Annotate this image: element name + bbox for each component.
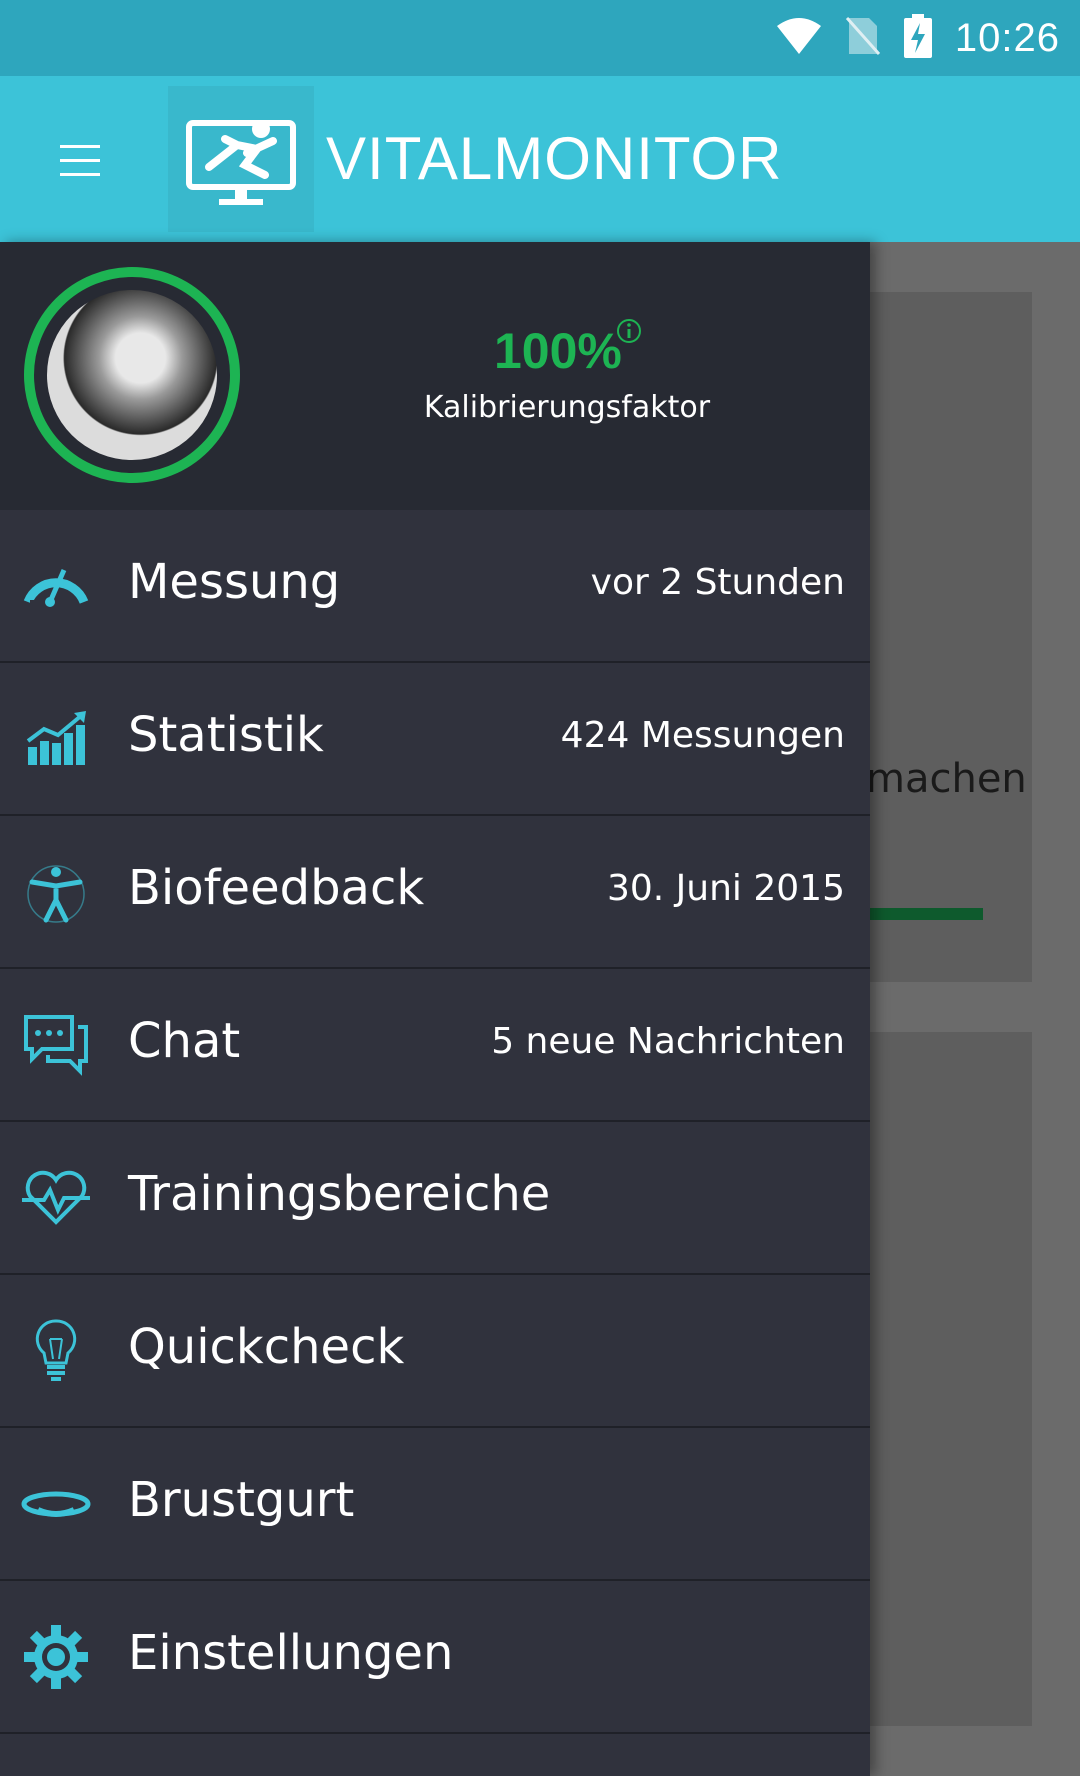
menu-item-label: Einstellungen: [128, 1625, 454, 1681]
menu-item-biofeedback[interactable]: Biofeedback 30. Juni 2015: [0, 816, 870, 969]
hamburger-menu-button[interactable]: [44, 128, 116, 192]
calibration-value: 100%: [494, 323, 622, 379]
menu-item-label: Trainingsbereiche: [128, 1166, 551, 1222]
menu-item-quickcheck[interactable]: Quickcheck: [0, 1275, 870, 1428]
speedometer-icon: [23, 568, 89, 607]
info-icon[interactable]: [616, 318, 642, 344]
background-progress-bar: [870, 908, 983, 920]
chest-strap-icon: [21, 1491, 91, 1517]
human-figure-icon: [27, 865, 85, 923]
avatar: [47, 290, 217, 460]
menu-item-label: Quickcheck: [128, 1319, 405, 1375]
menu-item-value: vor 2 Stunden: [590, 562, 845, 603]
gear-icon: [24, 1625, 88, 1689]
menu-item-label: Brustgurt: [128, 1472, 355, 1528]
menu-item-value: 30. Juni 2015: [606, 868, 845, 909]
app-title: VITALMONITOR: [326, 125, 783, 192]
status-time: 10:26: [954, 15, 1060, 60]
chat-icon: [24, 1015, 88, 1076]
calibration-label: Kalibrierungsfaktor: [423, 390, 711, 425]
drawer-menu: Messung vor 2 Stunden Statistik 424 Mess…: [0, 510, 870, 1734]
navigation-drawer: 100% Kalibrierungsfaktor Messung vor 2 S…: [0, 242, 870, 1776]
background-card: [870, 292, 1032, 982]
app-logo: [168, 86, 314, 232]
menu-item-label: Messung: [128, 554, 341, 610]
background-card: [870, 1032, 1032, 1726]
bar-chart-icon: [26, 711, 86, 765]
wifi-icon: [775, 16, 823, 60]
menu-item-statistik[interactable]: Statistik 424 Messungen: [0, 663, 870, 816]
menu-item-trainingsbereiche[interactable]: Trainingsbereiche: [0, 1122, 870, 1275]
menu-item-chat[interactable]: Chat 5 neue Nachrichten: [0, 969, 870, 1122]
no-sim-icon: [845, 16, 881, 60]
menu-item-einstellungen[interactable]: Einstellungen: [0, 1581, 870, 1734]
background-text: machen: [866, 756, 1027, 802]
menu-item-messung[interactable]: Messung vor 2 Stunden: [0, 510, 870, 663]
menu-item-label: Biofeedback: [128, 860, 425, 916]
lightbulb-icon: [35, 1319, 77, 1381]
battery-charging-icon: [903, 14, 933, 62]
menu-item-value: 424 Messungen: [560, 715, 845, 756]
app-bar: VITALMONITOR: [0, 76, 1080, 242]
profile-header: 100% Kalibrierungsfaktor: [0, 242, 870, 510]
menu-item-label: Statistik: [128, 707, 324, 763]
menu-item-brustgurt[interactable]: Brustgurt: [0, 1428, 870, 1581]
menu-item-label: Chat: [128, 1013, 241, 1069]
heart-pulse-icon: [22, 1170, 90, 1225]
status-bar: 10:26: [0, 0, 1080, 76]
runner-monitor-icon: [186, 120, 296, 205]
menu-item-value: 5 neue Nachrichten: [491, 1021, 845, 1062]
avatar-ring[interactable]: [24, 267, 240, 483]
